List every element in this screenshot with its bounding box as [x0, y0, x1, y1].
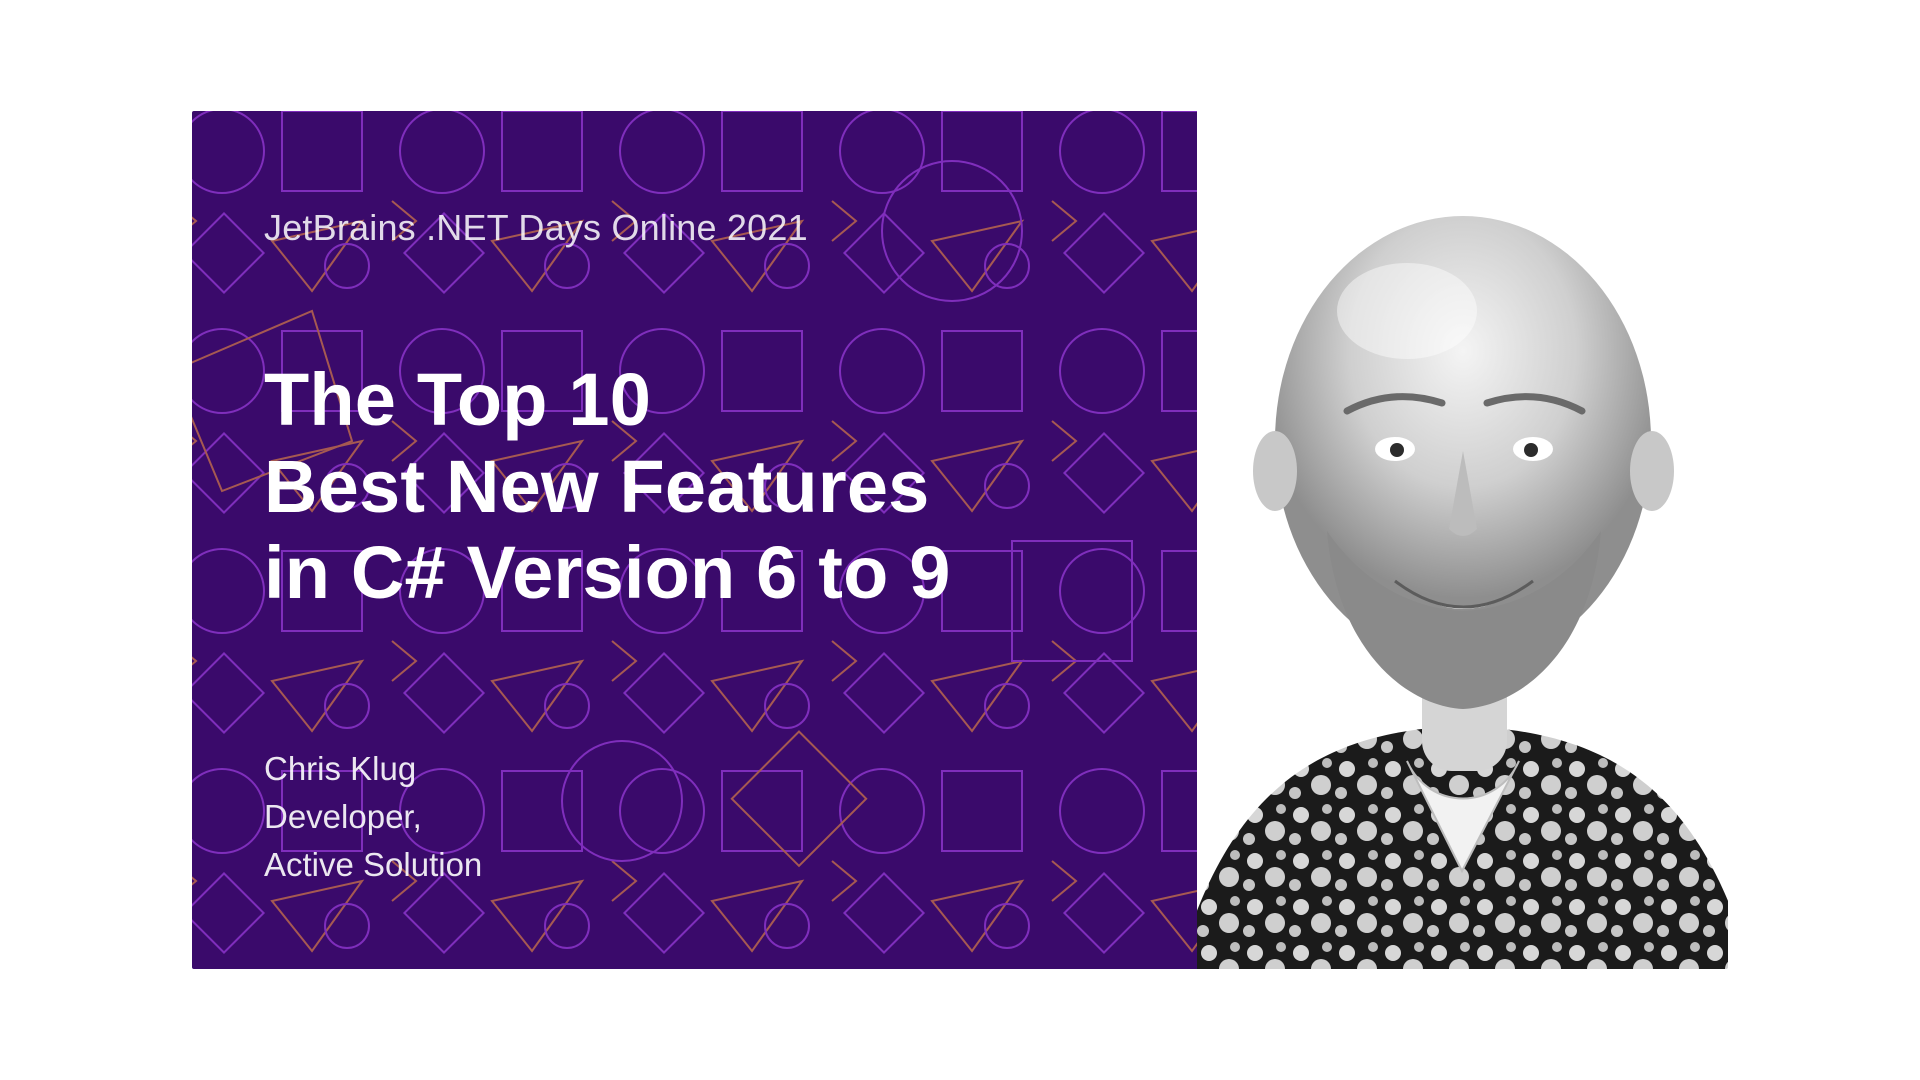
speaker-portrait: [1197, 111, 1728, 969]
info-panel: JetBrains .NET Days Online 2021 The Top …: [192, 111, 1197, 969]
speaker-name: Chris Klug: [264, 745, 1125, 793]
talk-title: The Top 10 Best New Features in C# Versi…: [264, 357, 1125, 617]
portrait-placeholder-icon: [1197, 111, 1728, 969]
speaker-block: Chris Klug Developer, Active Solution: [264, 745, 1125, 889]
card-frame: JetBrains .NET Days Online 2021 The Top …: [192, 111, 1728, 969]
portrait-panel: [1197, 111, 1728, 969]
presentation-title-card: JetBrains .NET Days Online 2021 The Top …: [0, 0, 1920, 1080]
speaker-role: Developer,: [264, 793, 1125, 841]
speaker-org: Active Solution: [264, 841, 1125, 889]
text-block: JetBrains .NET Days Online 2021 The Top …: [192, 111, 1197, 969]
event-name: JetBrains .NET Days Online 2021: [264, 207, 1125, 249]
